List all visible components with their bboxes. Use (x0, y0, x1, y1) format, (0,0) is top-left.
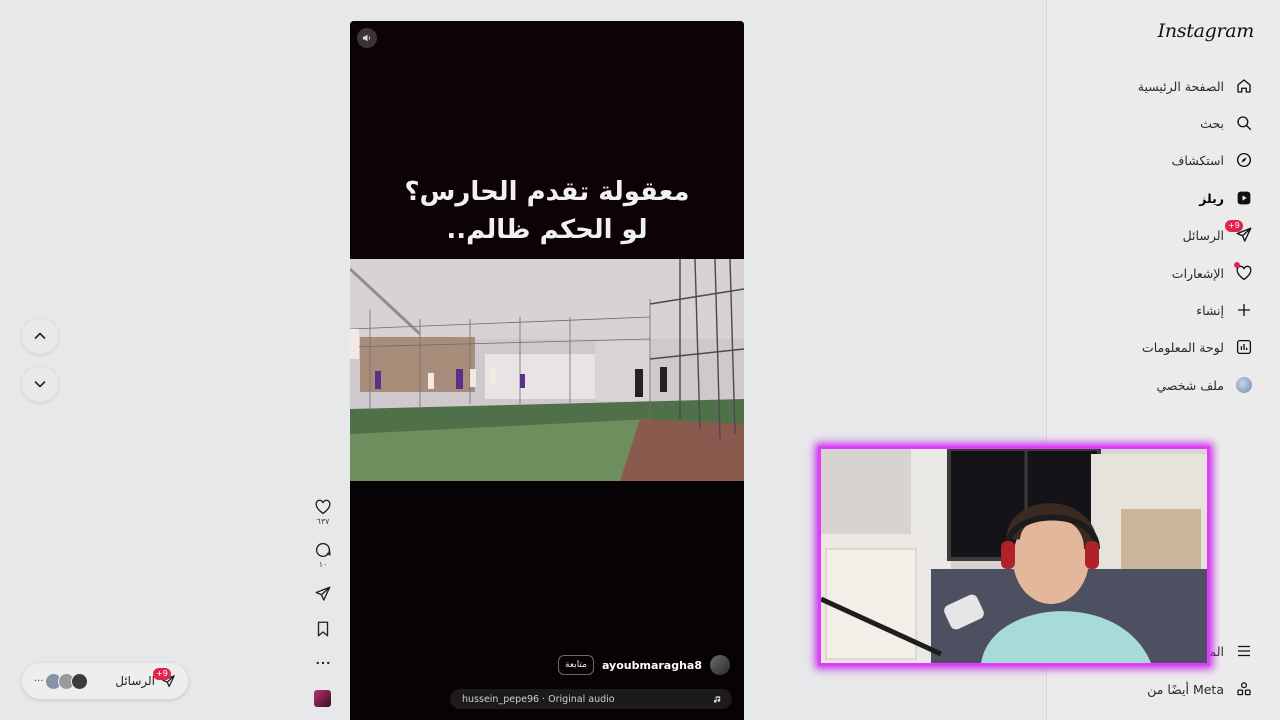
nav-messages[interactable]: الرسائل +9 (1182, 220, 1254, 247)
nav-explore[interactable]: استكشاف (1171, 148, 1254, 172)
caption-line-2: لو الحكم ظالم.. (446, 215, 648, 245)
speaker-icon (363, 34, 370, 42)
dashboard-icon (1236, 339, 1252, 355)
bookmark-icon (317, 621, 329, 637)
like-button[interactable]: ٦٣٧ (310, 498, 336, 526)
menu-icon (1238, 645, 1250, 657)
caption-line-1: معقولة تقدم الحارس؟ (404, 177, 690, 207)
bottom-band (350, 481, 744, 720)
reels-icon (1237, 191, 1251, 205)
reel-author: متابعة ayoubmaragha8 (558, 655, 730, 675)
nav-create-label: إنشاء (1196, 302, 1224, 318)
audio-thumbnail[interactable] (314, 690, 331, 707)
reel-video[interactable]: معقولة تقدم الحارس؟ لو الحكم ظالم.. متاب… (350, 21, 744, 720)
messages-pill-icon-wrap: +9 (153, 667, 176, 689)
nav-meta-label: أيضًا من Meta (1147, 681, 1224, 697)
more-dots: ··· (34, 675, 44, 687)
audio-label: hussein_pepe96 · Original audio (462, 693, 615, 705)
profile-avatar (1236, 377, 1252, 393)
like-count: ٦٣٧ (316, 517, 330, 526)
music-note-icon (713, 695, 721, 703)
follow-button[interactable]: متابعة (558, 655, 594, 675)
search-icon (1237, 116, 1252, 131)
notification-dot (1234, 262, 1240, 268)
nav-notifications[interactable]: الإشعارات (1172, 261, 1254, 285)
messages-pill-badge: +9 (153, 667, 171, 680)
messages-pill[interactable]: ··· الرسائل +9 (22, 663, 188, 699)
save-button[interactable] (310, 620, 336, 638)
compass-icon (1236, 152, 1252, 168)
chevron-up-icon (34, 332, 46, 340)
send-icon (315, 586, 331, 601)
previous-reel-button[interactable] (22, 318, 58, 354)
nav-dashboard-label: لوحة المعلومات (1141, 339, 1224, 355)
avatar (70, 672, 88, 690)
nav-home[interactable]: الصفحة الرئيسية (1138, 74, 1254, 98)
nav-reels[interactable]: ريلز (1199, 186, 1254, 210)
message-avatars: ··· (34, 672, 88, 690)
nav-search[interactable]: بحث (1200, 111, 1254, 135)
messages-badge: +9 (1225, 220, 1243, 232)
football-scene (350, 259, 744, 481)
more-options-button[interactable] (310, 654, 336, 672)
apps-icon (1237, 682, 1251, 696)
nav-profile-label: ملف شخصي (1156, 377, 1224, 393)
nav-create[interactable]: إنشاء (1196, 298, 1254, 322)
heart-icon (315, 499, 331, 515)
nav-reels-label: ريلز (1199, 190, 1224, 206)
share-button[interactable] (310, 585, 336, 603)
webcam-feed (821, 449, 1207, 663)
nav-messages-label: الرسائل (1182, 227, 1224, 243)
author-username[interactable]: ayoubmaragha8 (602, 659, 702, 672)
next-reel-button[interactable] (22, 366, 58, 402)
comment-button[interactable]: ١٠ (310, 541, 336, 569)
home-icon (1237, 79, 1251, 93)
author-avatar[interactable] (710, 655, 730, 675)
nav-dashboard[interactable]: لوحة المعلومات (1142, 335, 1254, 359)
plus-icon (1238, 304, 1250, 316)
webcam-overlay (818, 446, 1210, 666)
nav-profile[interactable]: ملف شخصي (1156, 373, 1254, 397)
messages-pill-label: الرسائل (115, 674, 155, 688)
audio-pill[interactable]: hussein_pepe96 · Original audio (450, 689, 732, 709)
nav-search-label: بحث (1200, 115, 1224, 131)
comment-count: ١٠ (318, 560, 328, 569)
mute-toggle[interactable] (357, 28, 377, 48)
nav-notifications-label: الإشعارات (1171, 265, 1224, 281)
nav-home-label: الصفحة الرئيسية (1137, 78, 1224, 94)
nav-explore-label: استكشاف (1171, 152, 1224, 168)
nav-also-from-meta[interactable]: أيضًا من Meta (1147, 677, 1254, 701)
ellipsis-icon (316, 661, 330, 665)
chevron-down-icon (34, 380, 46, 388)
comment-icon (315, 542, 331, 558)
instagram-logo[interactable]: Instagram (1158, 20, 1255, 42)
